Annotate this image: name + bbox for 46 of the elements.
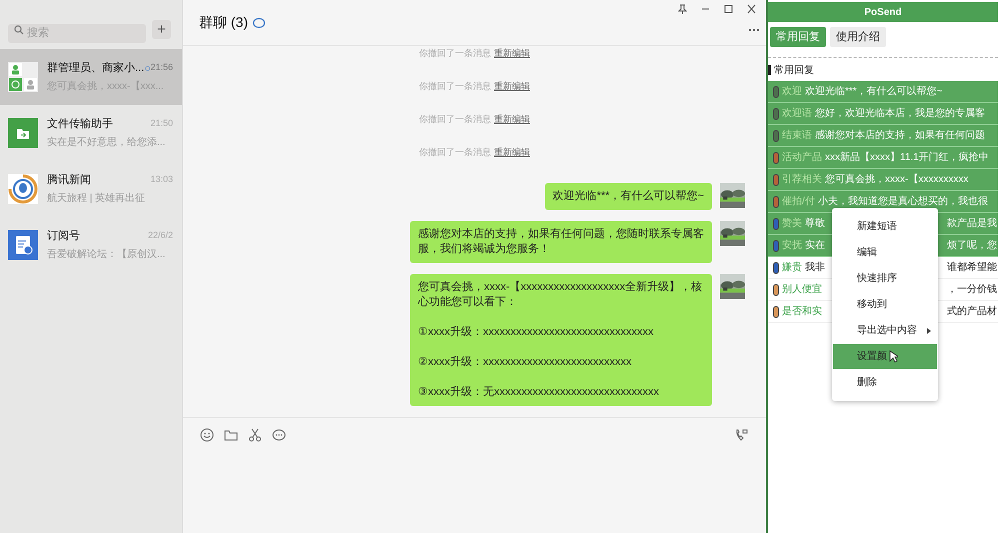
message-bubble: 欢迎光临***，有什么可以帮您~ [544, 183, 712, 210]
reply-text: 式的产品材 [947, 304, 998, 319]
chat-time: 21:56 [150, 61, 173, 74]
reply-text: 欢迎光临***，有什么可以帮您~ [805, 84, 943, 99]
chat-name: 订阅号 [47, 228, 80, 244]
recall-notice: 你撤回了一条消息 [419, 113, 491, 126]
reply-tag: 催拍/付 [782, 194, 815, 209]
message-bubble: 感谢您对本店的支持，如果有任何问题，您随时联系专属客服，我们将竭诚为您服务！ [410, 221, 712, 263]
reply-tag: 别人便宜 [782, 282, 822, 297]
reply-text: 谁都希望能 [947, 260, 998, 275]
chat-preview: 吾爱破解论坛：【原创汉... [47, 248, 166, 262]
reply-text: 款产品是我 [947, 216, 998, 231]
reply-text: xxx新品【xxxx】11.1开门红，疯抢中 [825, 150, 989, 165]
recall-notice: 你撤回了一条消息 [419, 47, 491, 60]
reply-text: 感谢您对本店的支持，如果有任何问题 [815, 128, 985, 143]
reply-text: 您可真会挑，xxxx-【xxxxxxxxxx [825, 172, 968, 187]
reply-text: 我非 [805, 260, 825, 275]
reply-tag: 结束语 [782, 128, 812, 143]
reply-tag: 活动产品 [782, 150, 822, 165]
reply-text: 您好，欢迎光临本店，我是您的专属客 [815, 106, 985, 121]
reply-tag: 是否和实 [782, 304, 822, 319]
reply-tag: 欢迎 [782, 84, 802, 99]
chat-name: 群管理员、商家小... [47, 60, 144, 76]
chat-time: 22/6/2 [148, 229, 173, 242]
chat-title: 群聊 (3) [199, 13, 248, 32]
chat-time: 13:03 [150, 173, 173, 186]
message-bubble: 您可真会挑，xxxx-【xxxxxxxxxxxxxxxxxxx全新升级】，核心功能您可以看下： ①xxxx升级：xxxxxxxxxxxxxxxxxxxxxxxxxxxxxxx ②xxxx升级：xxxxxxxxxxxxxxxxxxxxxxxxxxx ③xxxx升级：无xxxxxxxxxxxxxxxxxxxxxxxxxxxxxx [410, 274, 712, 406]
chat-name: 腾讯新闻 [47, 172, 91, 188]
chat-time: 21:50 [150, 117, 173, 130]
recall-notice: 你撤回了一条消息 [419, 146, 491, 159]
reply-text: ，一分价钱 [947, 283, 998, 297]
reply-text: 小夫，我知道您是真心想买的，我也很 [818, 194, 988, 209]
reply-tag: 嫌贵 [782, 260, 802, 275]
panel-title: PoSend [864, 6, 902, 20]
reply-tag: 安抚 [782, 238, 802, 253]
chat-preview: 实在是不好意思，给您添... [47, 136, 166, 150]
reply-text: 烦了呢，您 [947, 239, 998, 253]
section-label: 常用回复 [774, 64, 814, 78]
recall-notice: 你撤回了一条消息 [419, 80, 491, 93]
reply-text: 尊敬 [805, 216, 825, 231]
reply-tag: 欢迎语 [782, 106, 812, 121]
reply-text: 实在 [805, 238, 825, 253]
chat-preview: 航天旅程 | 英雄再出征 [47, 192, 146, 206]
chat-name: 文件传输助手 [47, 116, 113, 132]
reply-tag: 引荐相关 [782, 172, 822, 187]
reply-tag: 赞美 [782, 216, 802, 231]
